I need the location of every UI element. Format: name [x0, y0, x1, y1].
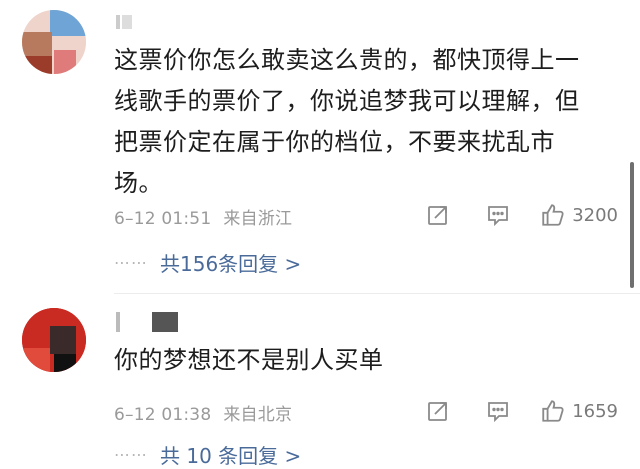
- comment-text: 你的梦想还不是别人买单: [114, 340, 614, 381]
- share-icon[interactable]: [426, 399, 450, 423]
- comment-actions: 3200: [426, 202, 618, 228]
- comment-icon[interactable]: [486, 399, 510, 423]
- comment-icon[interactable]: [486, 203, 510, 227]
- comment-date: 6–12 01:51: [114, 209, 212, 229]
- divider: [114, 293, 640, 294]
- comment-text-line: 你的梦想还不是别人买单: [114, 346, 384, 374]
- share-icon[interactable]: [426, 203, 450, 227]
- comment-location: 来自浙江: [223, 209, 293, 229]
- avatar[interactable]: [22, 10, 86, 74]
- comment-text-line: 线歌手的票价了，你说追梦我可以理解，但: [114, 87, 580, 115]
- comment-actions: 1659: [426, 398, 618, 424]
- thumbs-up-icon[interactable]: [540, 398, 566, 424]
- comment-text-line: 场。: [114, 169, 163, 197]
- avatar[interactable]: [22, 308, 86, 372]
- comment-text-line: 这票价你怎么敢卖这么贵的，都快顶得上一: [114, 46, 580, 74]
- comment-text: 这票价你怎么敢卖这么贵的，都快顶得上一 线歌手的票价了，你说追梦我可以理解，但 …: [114, 40, 614, 204]
- username-redacted: [116, 14, 134, 29]
- like-count: 3200: [572, 204, 618, 226]
- scrollbar[interactable]: [630, 162, 634, 288]
- username-redacted: [116, 312, 180, 332]
- comment-date: 6–12 01:38: [114, 405, 212, 425]
- reply-dots: ⋯⋯: [114, 445, 148, 464]
- replies-link[interactable]: ⋯⋯ 共 10 条回复 >: [114, 440, 301, 469]
- reply-dots: ⋯⋯: [114, 253, 148, 272]
- replies-count[interactable]: 共 10 条回复 >: [160, 440, 301, 469]
- comment-meta: 6–12 01:51 来自浙江: [114, 204, 292, 229]
- comment-text-line: 把票价定在属于你的档位，不要来扰乱市: [114, 128, 555, 156]
- replies-link[interactable]: ⋯⋯ 共156条回复 >: [114, 248, 301, 277]
- thumbs-up-icon[interactable]: [540, 202, 566, 228]
- replies-count[interactable]: 共156条回复 >: [160, 248, 301, 277]
- comment-meta: 6–12 01:38 来自北京: [114, 400, 292, 425]
- comment-location: 来自北京: [223, 405, 293, 425]
- like-count: 1659: [572, 400, 618, 422]
